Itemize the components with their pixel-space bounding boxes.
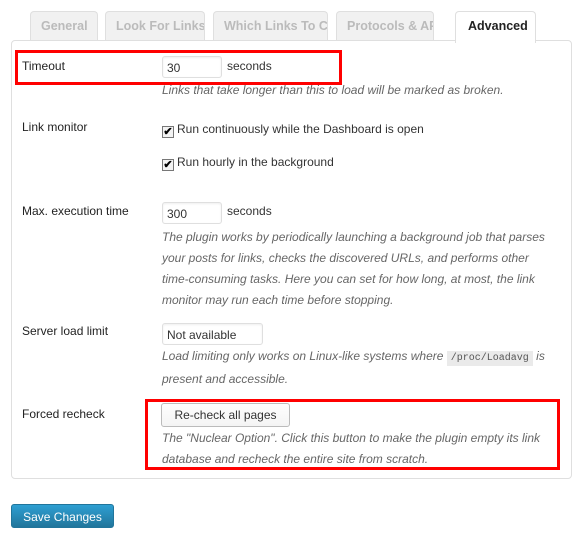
run-continuously-label: Run continuously while the Dashboard is … [177, 122, 424, 136]
checkbox-checked-icon[interactable]: ✔ [162, 159, 174, 171]
max-execution-time-input[interactable]: 300 [162, 202, 222, 224]
tab-advanced[interactable]: Advanced [455, 11, 536, 43]
server-load-limit-description: Load limiting only works on Linux-like s… [162, 346, 562, 390]
description-line: present and accessible. [162, 372, 289, 386]
description-line: monitor may run each time before stoppin… [162, 293, 394, 307]
timeout-input[interactable]: 30 [162, 56, 222, 78]
checkbox-checked-icon[interactable]: ✔ [162, 126, 174, 138]
description-line: database and recheck the entire site fro… [162, 452, 429, 466]
run-continuously-option[interactable]: ✔ Run continuously while the Dashboard is… [162, 122, 424, 138]
run-hourly-option[interactable]: ✔ Run hourly in the background [162, 155, 334, 171]
tab-label: Protocols & APIs [347, 19, 433, 33]
run-hourly-label: Run hourly in the background [177, 155, 334, 169]
max-execution-time-label: Max. execution time [22, 204, 129, 218]
forced-recheck-description: The "Nuclear Option". Click this button … [162, 428, 562, 470]
max-execution-time-description: The plugin works by periodically launchi… [162, 227, 562, 311]
timeout-unit: seconds [227, 59, 272, 73]
description-line: time-consuming tasks. Here you can set f… [162, 272, 535, 286]
timeout-label: Timeout [22, 59, 65, 73]
save-changes-button[interactable]: Save Changes [11, 504, 114, 528]
tab-protocols[interactable]: Protocols & APIs [336, 11, 434, 41]
server-load-limit-label: Server load limit [22, 324, 109, 338]
timeout-description: Links that take longer than this to load… [162, 83, 504, 97]
loadavg-path-code: /proc/Loadavg [446, 351, 533, 366]
tab-label: Look For Links In [116, 19, 205, 33]
description-line: your posts for links, checks the discove… [162, 251, 529, 265]
max-execution-time-unit: seconds [227, 204, 272, 218]
description-text: Load limiting only works on Linux-like s… [162, 349, 447, 363]
tab-which-links[interactable]: Which Links To Check [213, 11, 328, 41]
description-line: Load limiting only works on Linux-like s… [162, 346, 562, 369]
description-line: The plugin works by periodically launchi… [162, 230, 545, 244]
description-text: is [532, 349, 545, 363]
forced-recheck-label: Forced recheck [22, 407, 105, 421]
tab-general[interactable]: General [30, 11, 98, 41]
description-line: The "Nuclear Option". Click this button … [162, 431, 541, 445]
tab-label: Which Links To Check [224, 19, 328, 33]
recheck-all-pages-button[interactable]: Re-check all pages [161, 403, 290, 427]
tab-label: General [41, 19, 88, 33]
server-load-limit-input[interactable]: Not available [162, 323, 263, 345]
link-monitor-label: Link monitor [22, 120, 88, 134]
tab-look-for-links[interactable]: Look For Links In [105, 11, 205, 41]
tab-label: Advanced [468, 19, 528, 33]
